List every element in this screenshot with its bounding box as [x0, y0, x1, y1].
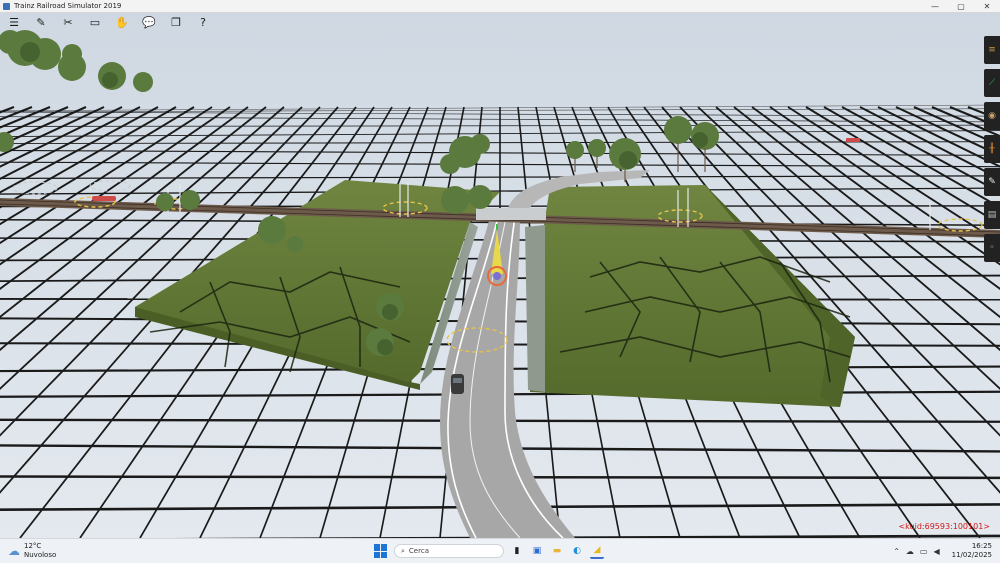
- layers-icon[interactable]: ❐: [166, 14, 186, 30]
- track-tool-icon[interactable]: ≡: [984, 36, 1000, 64]
- clock-time: 16:25: [971, 542, 992, 550]
- tools-icon[interactable]: ✂: [58, 14, 78, 30]
- taskbar-search[interactable]: ⌕ Cerca: [394, 544, 504, 558]
- cutting-wall-right: [525, 225, 545, 392]
- top-toolbar: ☰ ✎ ✂ ▭ ✋ 💬 ❐?: [4, 14, 213, 30]
- 3d-viewport[interactable]: [0, 12, 1000, 538]
- app-icon: [3, 2, 10, 10]
- selection-gizmo-center: [493, 272, 501, 280]
- help-icon[interactable]: ?: [193, 14, 213, 30]
- clock-date: 11/02/2025: [951, 551, 992, 559]
- scene-canvas[interactable]: [0, 12, 1000, 538]
- task-view-icon[interactable]: ▮: [510, 544, 524, 558]
- kuid-debug-label: <kuid:69593:100101>: [898, 522, 990, 531]
- minimize-button[interactable]: —: [922, 0, 948, 12]
- ladder-tool-icon[interactable]: ╫: [984, 135, 1000, 163]
- store-icon[interactable]: ▣: [530, 544, 544, 558]
- track-spline-icon[interactable]: ⟋: [984, 69, 1000, 97]
- weather-condition: Nuvoloso: [24, 551, 57, 559]
- layers-tool-icon[interactable]: ▤: [984, 201, 1000, 229]
- search-placeholder: Cerca: [408, 547, 429, 555]
- taskbar: ☁ 12°C Nuvoloso ⌕ Cerca ▮ ▣ ▬ ◐ ◢ ⌃ ☁ ▭ …: [0, 538, 1000, 563]
- system-tray: ⌃ ☁ ▭ ◀ 16:25 11/02/2025: [893, 542, 992, 560]
- menu-icon[interactable]: ☰: [4, 14, 24, 30]
- drive-icon[interactable]: ✋: [112, 14, 132, 30]
- network-icon[interactable]: ▭: [920, 547, 928, 556]
- close-button[interactable]: ✕: [974, 0, 1000, 12]
- car-on-road[interactable]: [451, 374, 464, 394]
- volume-icon[interactable]: ◀: [933, 547, 939, 556]
- cloud-sync-icon[interactable]: ☁: [906, 547, 914, 556]
- maximize-button[interactable]: ▢: [948, 0, 974, 12]
- tool-palette: ≡ ⟋ ◉ ╫ ✎ ▤ ◦: [984, 36, 1000, 262]
- trainz-taskbar-icon[interactable]: ◢: [590, 543, 604, 559]
- start-button[interactable]: [374, 544, 388, 558]
- edge-icon[interactable]: ◐: [570, 544, 584, 558]
- distant-red-car: [846, 138, 860, 142]
- display-icon[interactable]: ▭: [85, 14, 105, 30]
- edit-tool-icon[interactable]: ✎: [31, 14, 51, 30]
- window-title-bar: Trainz Railroad Simulator 2019 — ▢ ✕: [0, 0, 1000, 13]
- weather-widget[interactable]: ☁ 12°C Nuvoloso: [8, 542, 56, 560]
- search-icon: ⌕: [401, 546, 405, 555]
- file-explorer-icon[interactable]: ▬: [550, 544, 564, 558]
- clock[interactable]: 16:25 11/02/2025: [952, 542, 992, 560]
- objects-tool-icon[interactable]: ◉: [984, 102, 1000, 130]
- wrench-tool-icon[interactable]: ✎: [984, 168, 1000, 196]
- bridge-deck: [476, 208, 546, 220]
- window-title: Trainz Railroad Simulator 2019: [14, 2, 122, 10]
- weather-temp: 12°C: [24, 542, 42, 550]
- chevron-up-icon[interactable]: ⌃: [893, 547, 900, 556]
- info-tool-icon[interactable]: ◦: [984, 234, 1000, 262]
- chat-icon[interactable]: 💬: [139, 14, 159, 30]
- red-vehicle-left: [92, 196, 116, 201]
- cloud-icon: ☁: [8, 544, 20, 558]
